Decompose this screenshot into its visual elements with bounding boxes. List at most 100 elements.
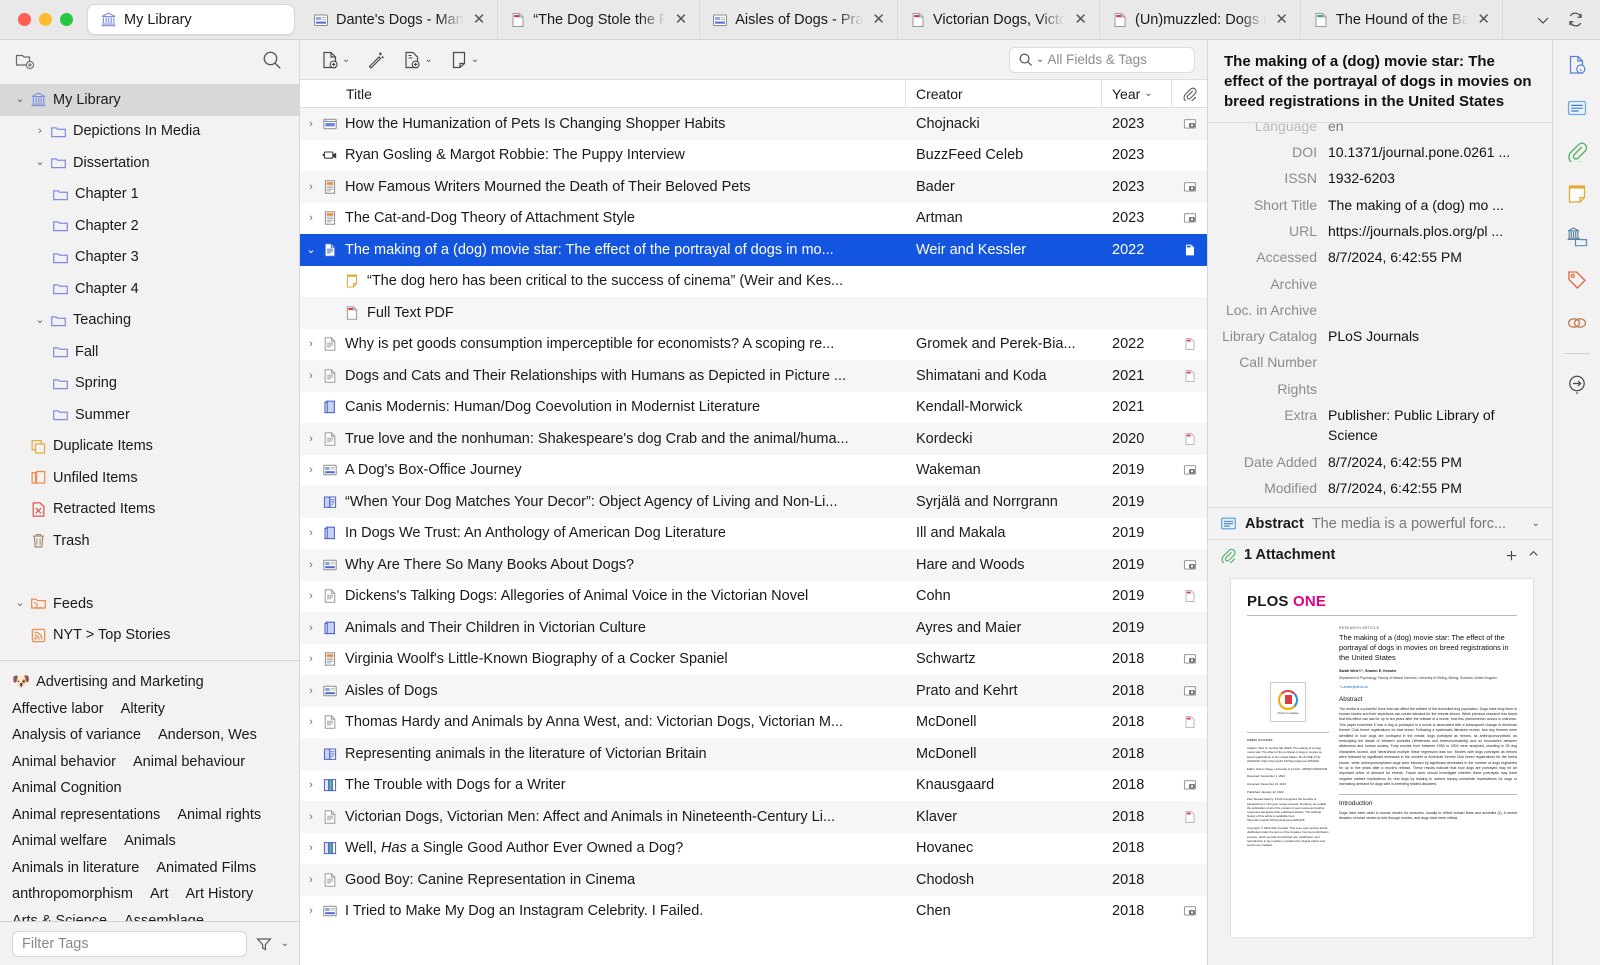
table-row[interactable]: Ryan Gosling & Margot Robbie: The Puppy … <box>300 140 1207 172</box>
tab-item-1[interactable]: “The Dog Stole the P ✕ <box>498 0 701 39</box>
sidebar-item-spring[interactable]: Spring <box>0 368 299 400</box>
abstract-section-header[interactable]: Abstract The media is a powerful forc...… <box>1208 507 1552 539</box>
table-row[interactable]: Representing animals in the literature o… <box>300 738 1207 770</box>
tab-item-3[interactable]: Victorian Dogs, Victo ✕ <box>898 0 1100 39</box>
sidenav-abstract-button[interactable] <box>1562 93 1592 123</box>
new-item-button[interactable]: ⌄ <box>314 46 356 74</box>
sidebar-item-chapter-2[interactable]: Chapter 2 <box>0 210 299 242</box>
table-row-selected[interactable]: ⌄ The making of a (dog) movie star: The … <box>300 234 1207 266</box>
row-twisty-icon[interactable]: › <box>300 622 322 634</box>
maximize-window-button[interactable] <box>60 13 73 26</box>
tag-item[interactable]: Affective labor <box>12 696 104 723</box>
sidenav-locate-button[interactable] <box>1562 369 1592 399</box>
chevron-down-icon[interactable] <box>1528 5 1558 35</box>
twisty-icon[interactable]: ⌄ <box>10 598 30 609</box>
table-row[interactable]: › Why Are There So Many Books About Dogs… <box>300 549 1207 581</box>
collections-tree[interactable]: ⌄ My Library › Depictions In Media ⌄ Dis… <box>0 80 299 660</box>
field-url[interactable]: URL https://journals.plos.org/pl ... <box>1208 218 1552 244</box>
tag-item[interactable]: Animal welfare <box>12 828 107 855</box>
tag-item[interactable]: Animals in literature <box>12 855 139 882</box>
field-archive[interactable]: Archive <box>1208 271 1552 297</box>
field-short-title[interactable]: Short Title The making of a (dog) mo ... <box>1208 192 1552 218</box>
search-input[interactable]: ⌄ All Fields & Tags <box>1009 46 1195 73</box>
table-row[interactable]: “When Your Dog Matches Your Decor”: Obje… <box>300 486 1207 518</box>
field-date-added[interactable]: Date Added 8/7/2024, 6:42:55 PM <box>1208 449 1552 475</box>
row-twisty-icon[interactable]: › <box>300 212 322 224</box>
sidenav-related-button[interactable] <box>1562 308 1592 338</box>
sidenav-attachments-button[interactable] <box>1562 136 1592 166</box>
table-row[interactable]: › I Tried to Make My Dog an Instagram Ce… <box>300 896 1207 928</box>
sidebar-item-summer[interactable]: Summer <box>0 399 299 431</box>
field-accessed[interactable]: Accessed 8/7/2024, 6:42:55 PM <box>1208 244 1552 270</box>
sidebar-item-fall[interactable]: Fall <box>0 336 299 368</box>
row-twisty-icon[interactable]: › <box>300 464 322 476</box>
row-twisty-icon[interactable]: › <box>300 433 322 445</box>
column-header-creator[interactable]: Creator <box>906 80 1102 107</box>
tag-item[interactable]: Alterity <box>121 696 165 723</box>
plus-icon[interactable] <box>1504 548 1519 563</box>
tab-close-button[interactable]: ✕ <box>471 12 488 27</box>
field-issn[interactable]: ISSN 1932-6203 <box>1208 165 1552 191</box>
table-row[interactable]: › How the Humanization of Pets Is Changi… <box>300 108 1207 140</box>
sidebar-item-teaching[interactable]: ⌄ Teaching <box>0 305 299 337</box>
field-language[interactable]: Language en <box>1208 123 1552 139</box>
table-row[interactable]: › Good Boy: Canine Representation in Cin… <box>300 864 1207 896</box>
sidebar-item-dissertation[interactable]: ⌄ Dissertation <box>0 147 299 179</box>
item-pane-body[interactable]: Language en DOI 10.1371/journal.pone.026… <box>1208 123 1552 965</box>
tab-my-library[interactable]: My Library <box>87 4 295 35</box>
table-row[interactable]: › Thomas Hardy and Animals by Anna West,… <box>300 707 1207 739</box>
table-row[interactable]: › How Famous Writers Mourned the Death o… <box>300 171 1207 203</box>
field-loc-in-archive[interactable]: Loc. in Archive <box>1208 297 1552 323</box>
funnel-icon[interactable] <box>255 935 273 953</box>
row-twisty-icon[interactable]: › <box>300 338 322 350</box>
row-twisty-icon[interactable]: › <box>300 118 322 130</box>
sidebar-item-trash[interactable]: Trash <box>0 525 299 557</box>
field-extra[interactable]: Extra Publisher: Public Library of Scien… <box>1208 402 1552 449</box>
new-collection-icon[interactable] <box>14 49 36 71</box>
row-twisty-icon[interactable]: › <box>300 685 322 697</box>
tab-item-5[interactable]: The Hound of the Ba ✕ <box>1301 0 1503 39</box>
twisty-icon[interactable]: ⌄ <box>10 94 30 105</box>
column-header-attachment[interactable] <box>1172 80 1207 107</box>
table-row[interactable]: › The Trouble with Dogs for a Writer Kna… <box>300 770 1207 802</box>
table-row[interactable]: › A Dog's Box-Office Journey Wakeman 201… <box>300 455 1207 487</box>
field-modified[interactable]: Modified 8/7/2024, 6:42:55 PM <box>1208 475 1552 507</box>
sidebar-item-my-library[interactable]: ⌄ My Library <box>0 84 299 116</box>
minimize-window-button[interactable] <box>39 13 52 26</box>
chevron-up-icon[interactable] <box>1527 547 1540 563</box>
sidebar-item-duplicate-items[interactable]: Duplicate Items <box>0 431 299 463</box>
sidenav-tags-button[interactable] <box>1562 265 1592 295</box>
row-twisty-icon[interactable]: › <box>300 181 322 193</box>
tag-item[interactable]: Assemblage <box>124 908 204 922</box>
row-twisty-icon[interactable]: › <box>300 874 322 886</box>
row-twisty-icon[interactable]: › <box>300 653 322 665</box>
table-row[interactable]: › In Dogs We Trust: An Anthology of Amer… <box>300 518 1207 550</box>
tag-item[interactable]: Animal behavior <box>12 749 116 776</box>
sidebar-item-depictions-in-media[interactable]: › Depictions In Media <box>0 116 299 148</box>
table-row[interactable]: › Victorian Dogs, Victorian Men: Affect … <box>300 801 1207 833</box>
tab-close-button[interactable]: ✕ <box>1273 12 1290 27</box>
tag-item[interactable]: Animated Films <box>156 855 256 882</box>
tab-item-0[interactable]: Dante's Dogs - Man ✕ <box>301 0 499 39</box>
row-twisty-icon[interactable]: › <box>300 370 322 382</box>
tag-item[interactable]: Analysis of variance <box>12 722 141 749</box>
row-twisty-icon[interactable]: ⌄ <box>300 243 322 256</box>
search-icon[interactable] <box>261 49 283 71</box>
table-row-child[interactable]: Full Text PDF <box>300 297 1207 329</box>
tag-item[interactable]: anthropomorphism <box>12 881 133 908</box>
row-twisty-icon[interactable]: › <box>300 716 322 728</box>
new-note-button[interactable]: ⌄ <box>443 46 485 74</box>
sidebar-item-nyt-top-stories[interactable]: NYT > Top Stories <box>0 620 299 652</box>
filter-tags-input[interactable]: Filter Tags <box>12 930 247 957</box>
row-twisty-icon[interactable]: › <box>300 527 322 539</box>
table-row[interactable]: › Well, Has a Single Good Author Ever Ow… <box>300 833 1207 865</box>
sidebar-item-retracted-items[interactable]: Retracted Items <box>0 494 299 526</box>
tag-item[interactable]: Art History <box>186 881 254 908</box>
table-row[interactable]: › True love and the nonhuman: Shakespear… <box>300 423 1207 455</box>
table-row[interactable]: › Virginia Woolf's Little-Known Biograph… <box>300 644 1207 676</box>
twisty-icon[interactable]: ⌄ <box>30 157 50 168</box>
tab-close-button[interactable]: ✕ <box>870 12 887 27</box>
sidebar-item-unfiled-items[interactable]: Unfiled Items <box>0 462 299 494</box>
sidebar-item-chapter-4[interactable]: Chapter 4 <box>0 273 299 305</box>
tag-item[interactable]: Animal Cognition <box>12 775 122 802</box>
